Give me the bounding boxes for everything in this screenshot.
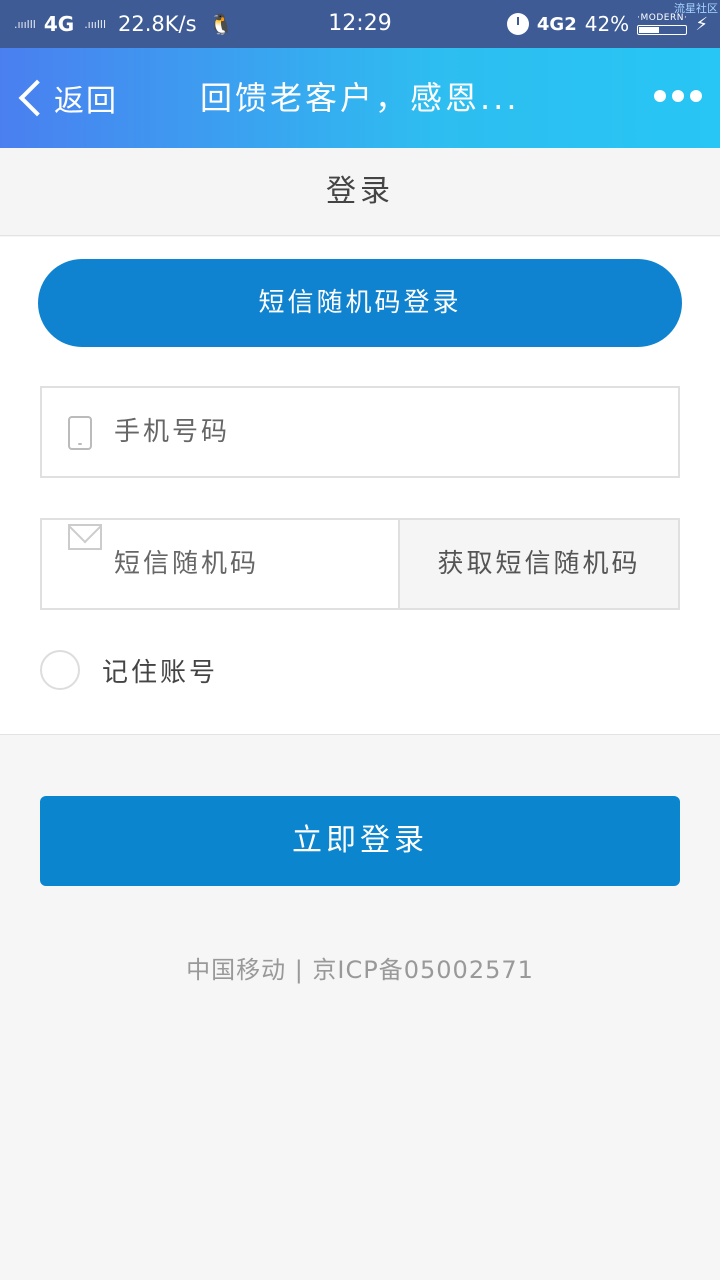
mail-icon xyxy=(68,524,102,550)
signal-icon: .ııılll xyxy=(84,17,107,31)
signal-icon: .ııılll xyxy=(14,17,36,31)
status-left: .ııılll 4G .ııılll 22.8K/s 🐧 xyxy=(14,0,233,48)
more-button[interactable] xyxy=(654,84,702,108)
network-type-2: 4G2 xyxy=(536,13,577,35)
back-label: 返回 xyxy=(54,84,118,119)
battery-fill xyxy=(639,27,660,33)
remember-radio[interactable] xyxy=(40,650,80,690)
watermark: 流星社区 xyxy=(674,2,718,15)
phone-field xyxy=(40,386,680,478)
app-header: 返回 回馈老客户，感恩... xyxy=(0,48,720,148)
battery-percent: 42% xyxy=(584,12,630,36)
header-title: 回馈老客户，感恩... xyxy=(200,79,520,117)
more-dot-icon xyxy=(690,90,702,102)
qq-icon: 🐧 xyxy=(208,12,234,36)
login-form: 短信随机码登录 获取短信随机码 记住账号 xyxy=(0,237,720,735)
charging-icon: ⚡ xyxy=(695,13,708,35)
more-dot-icon xyxy=(654,90,666,102)
get-sms-code-button[interactable]: 获取短信随机码 xyxy=(398,518,680,610)
sms-login-tab[interactable]: 短信随机码登录 xyxy=(38,259,682,347)
battery-icon: ·MODERN· xyxy=(637,13,688,35)
alarm-icon xyxy=(506,13,529,35)
sms-code-input[interactable] xyxy=(114,520,394,608)
back-button[interactable]: 返回 xyxy=(14,70,118,126)
footer-text: 中国移动 | 京ICP备05002571 xyxy=(186,956,534,984)
phone-input[interactable] xyxy=(114,388,654,476)
more-dot-icon xyxy=(672,90,684,102)
status-bar: .ııılll 4G .ııılll 22.8K/s 🐧 12:29 4G2 4… xyxy=(0,0,720,48)
phone-icon xyxy=(68,416,92,450)
network-type: 4G xyxy=(43,12,75,36)
login-button[interactable]: 立即登录 xyxy=(40,796,680,886)
sms-code-field xyxy=(40,518,400,610)
remember-label: 记住账号 xyxy=(102,657,219,688)
remember-account[interactable]: 记住账号 xyxy=(40,650,218,690)
network-speed: 22.8K/s xyxy=(118,12,197,36)
page-title: 登录 xyxy=(0,148,720,236)
chevron-left-icon xyxy=(18,79,56,117)
battery-body xyxy=(637,25,688,35)
